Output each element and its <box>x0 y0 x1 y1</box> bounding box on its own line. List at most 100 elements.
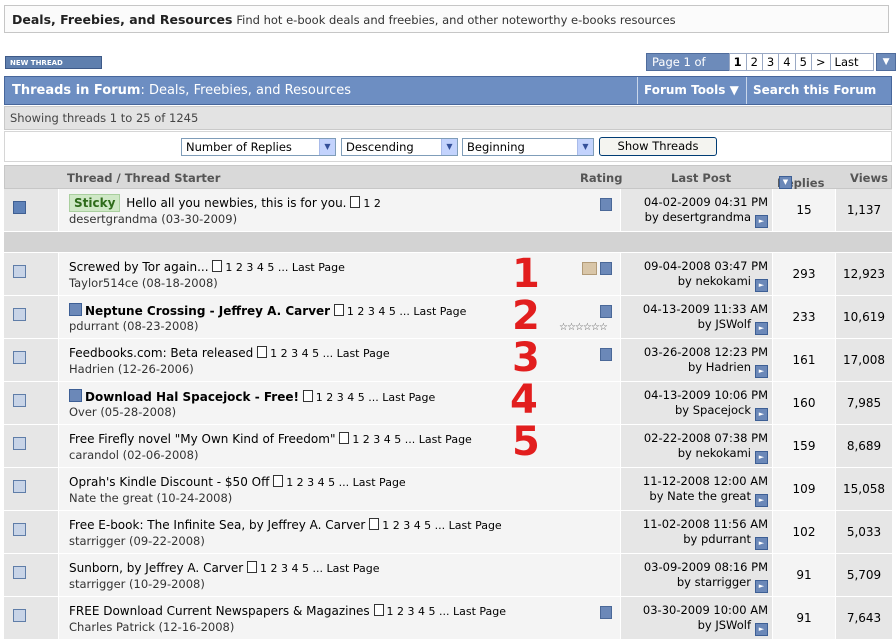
go-last-post-icon[interactable]: ► <box>755 279 768 292</box>
last-post-by[interactable]: by nekokami ► <box>678 274 768 292</box>
multipage-icon <box>350 196 361 208</box>
thread-starter[interactable]: Charles Patrick (12-16-2008) <box>69 620 234 634</box>
thread-title-link[interactable]: Screwed by Tor again... <box>69 260 209 274</box>
last-post-by[interactable]: by pdurrant ► <box>683 532 768 550</box>
table-row: FREE Download Current Newspapers & Magaz… <box>4 597 892 640</box>
last-post-by[interactable]: by JSWolf ► <box>698 618 768 636</box>
pager-dropdown-icon[interactable]: ▼ <box>876 53 896 71</box>
thread-starter[interactable]: carandol (02-06-2008) <box>69 448 198 462</box>
last-post-date: 11-02-2008 11:56 AM <box>642 517 768 531</box>
page-3[interactable]: 3 <box>761 53 780 71</box>
thread-pages[interactable]: 1 2 3 4 5 ... Last Page <box>347 305 467 318</box>
go-last-post-icon[interactable]: ► <box>755 365 768 378</box>
view-count: 15,058 <box>836 468 892 510</box>
reply-count[interactable]: 109 <box>773 468 836 510</box>
page-4[interactable]: 4 <box>778 53 796 71</box>
showing-threads: Showing threads 1 to 25 of 1245 <box>4 106 892 130</box>
reply-count[interactable]: 160 <box>773 382 836 424</box>
thread-title-link[interactable]: Download Hal Spacejock - Free! <box>85 390 299 404</box>
thread-starter[interactable]: Over (05-28-2008) <box>69 405 176 419</box>
multipage-icon <box>373 604 384 616</box>
chevron-down-icon: ▼ <box>577 139 593 155</box>
col-last-post[interactable]: Last Post <box>671 171 731 185</box>
thread-title-link[interactable]: Sunborn, by Jeffrey A. Carver <box>69 561 243 575</box>
forum-tools-menu[interactable]: Forum Tools ▼ <box>637 77 746 104</box>
thread-pages[interactable]: 1 2 3 4 5 ... Last Page <box>382 519 502 532</box>
thread-pages[interactable]: 1 2 3 4 5 ... Last Page <box>286 476 406 489</box>
thread-status-icon <box>13 437 26 450</box>
col-thread[interactable]: Thread / Thread Starter <box>67 171 220 185</box>
go-last-post-icon[interactable]: ► <box>755 215 768 228</box>
multipage-icon <box>273 475 284 487</box>
go-last-post-icon[interactable]: ► <box>755 451 768 464</box>
thread-starter[interactable]: Taylor514ce (08-18-2008) <box>69 276 218 290</box>
col-views[interactable]: Views <box>850 171 888 185</box>
sort-by-select[interactable]: Number of Replies ▼ <box>181 138 336 156</box>
thread-title-link[interactable]: Free Firefly novel "My Own Kind of Freed… <box>69 432 335 446</box>
go-last-post-icon[interactable]: ► <box>755 494 768 507</box>
reply-count[interactable]: 15 <box>773 189 836 231</box>
thread-pages[interactable]: 1 2 3 4 5 ... Last Page <box>260 562 380 575</box>
page-2[interactable]: 2 <box>745 53 763 71</box>
last-post-by[interactable]: by starrigger ► <box>677 575 768 593</box>
thread-starter[interactable]: Hadrien (12-26-2006) <box>69 362 194 376</box>
sort-from-select[interactable]: Beginning ▼ <box>462 138 594 156</box>
sort-controls: Number of Replies ▼ Descending ▼ Beginning… <box>4 131 892 162</box>
reply-count[interactable]: 102 <box>773 511 836 553</box>
go-last-post-icon[interactable]: ► <box>755 537 768 550</box>
last-post-by[interactable]: by JSWolf ► <box>698 317 768 335</box>
thread-status-icon <box>13 201 26 214</box>
thread-pages[interactable]: 1 2 <box>363 197 381 210</box>
reply-count[interactable]: 91 <box>773 597 836 639</box>
search-forum-menu[interactable]: Search this Forum ▼ <box>746 77 890 124</box>
reply-count[interactable]: 159 <box>773 425 836 467</box>
last-post-date: 04-13-2009 10:06 PM <box>643 388 768 402</box>
reply-count[interactable]: 91 <box>773 554 836 596</box>
last-post-by[interactable]: by Nate the great ► <box>649 489 768 507</box>
thread-title-link[interactable]: Free E-book: The Infinite Sea, by Jeffre… <box>69 518 365 532</box>
multipage-icon <box>339 432 350 444</box>
new-thread-button[interactable]: NEW THREAD <box>5 56 102 69</box>
thread-pages[interactable]: 1 2 3 4 5 ... Last Page <box>316 391 436 404</box>
thread-title-link[interactable]: Feedbooks.com: Beta released <box>69 346 253 360</box>
titlebar-title: Threads in Forum: Deals, Freebies, and R… <box>12 83 352 98</box>
view-count: 10,619 <box>836 296 892 338</box>
col-rating[interactable]: Rating <box>580 171 622 185</box>
last-post-by[interactable]: by nekokami ► <box>678 446 768 464</box>
view-count: 17,008 <box>836 339 892 381</box>
thread-pages[interactable]: 1 2 3 4 5 ... Last Page <box>225 261 345 274</box>
go-last-post-icon[interactable]: ► <box>755 408 768 421</box>
thread-starter[interactable]: starrigger (10-29-2008) <box>69 577 205 591</box>
last-post-date: 04-13-2009 11:33 AM <box>642 302 768 316</box>
reply-count[interactable]: 233 <box>773 296 836 338</box>
page-1[interactable]: 1 <box>728 53 747 71</box>
reply-count[interactable]: 161 <box>773 339 836 381</box>
last-post-by[interactable]: by Spacejock ► <box>675 403 768 421</box>
thread-pages[interactable]: 1 2 3 4 5 ... Last Page <box>387 605 507 618</box>
thread-starter[interactable]: desertgrandma (03-30-2009) <box>69 212 237 226</box>
go-last-post-icon[interactable]: ► <box>755 623 768 636</box>
thread-title-link[interactable]: Hello all you newbies, this is for you. <box>126 196 346 210</box>
last-post-by[interactable]: by desertgrandma ► <box>645 210 768 228</box>
thread-pages[interactable]: 1 2 3 4 5 ... Last Page <box>352 433 472 446</box>
sort-order-select[interactable]: Descending ▼ <box>341 138 458 156</box>
attachment-icon <box>600 305 612 318</box>
thread-starter[interactable]: Nate the great (10-24-2008) <box>69 491 232 505</box>
go-last-post-icon[interactable]: ► <box>755 580 768 593</box>
reply-count[interactable]: 293 <box>773 253 836 295</box>
thread-title-link[interactable]: FREE Download Current Newspapers & Magaz… <box>69 604 370 618</box>
last-post-by[interactable]: by Hadrien ► <box>688 360 768 378</box>
page-next[interactable]: > <box>810 53 831 71</box>
show-threads-button[interactable]: Show Threads <box>599 137 717 156</box>
thread-starter[interactable]: starrigger (09-22-2008) <box>69 534 205 548</box>
thread-status-icon <box>13 480 26 493</box>
thread-title-link[interactable]: Oprah's Kindle Discount - $50 Off <box>69 475 269 489</box>
table-row: Oprah's Kindle Discount - $50 Off 1 2 3 … <box>4 468 892 511</box>
page-last[interactable]: Last » <box>829 53 875 85</box>
thread-title-link[interactable]: Neptune Crossing - Jeffrey A. Carver <box>85 304 330 318</box>
go-last-post-icon[interactable]: ► <box>755 322 768 335</box>
multipage-icon <box>333 304 344 316</box>
thread-pages[interactable]: 1 2 3 4 5 ... Last Page <box>270 347 390 360</box>
thread-starter[interactable]: pdurrant (08-23-2008) <box>69 319 198 333</box>
page-5[interactable]: 5 <box>794 53 812 71</box>
